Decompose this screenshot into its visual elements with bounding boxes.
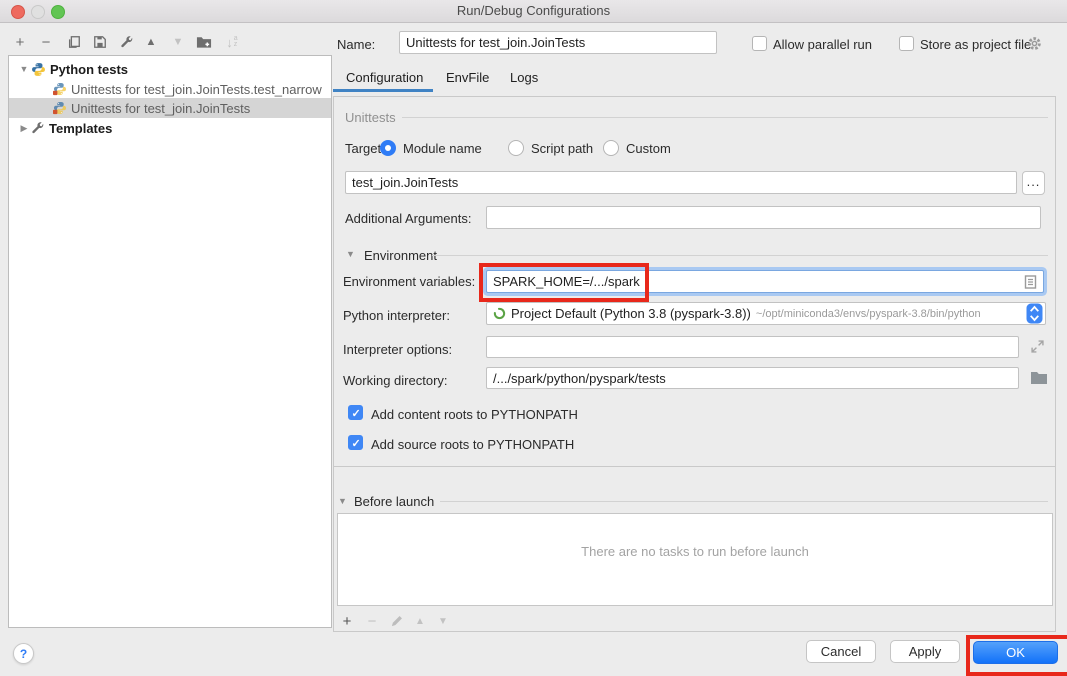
name-input[interactable]: [399, 31, 717, 54]
target-module-name-radio[interactable]: [380, 140, 396, 156]
tree-item-label: Templates: [49, 121, 112, 136]
python-test-icon: [53, 82, 67, 96]
python-interpreter-path: ~/opt/miniconda3/envs/pyspark-3.8/bin/py…: [756, 308, 1026, 320]
select-stepper-icon[interactable]: [1026, 303, 1043, 324]
new-folder-icon[interactable]: [192, 31, 216, 53]
allow-parallel-run-checkbox[interactable]: [752, 36, 767, 51]
target-label: Target:: [345, 141, 385, 156]
environment-variables-value: SPARK_HOME=/.../spark: [493, 274, 640, 289]
cancel-button-label: Cancel: [821, 644, 861, 659]
tab-logs[interactable]: Logs: [510, 70, 538, 85]
before-launch-collapse-icon[interactable]: ▼: [338, 496, 347, 506]
python-interpreter-label: Python interpreter:: [343, 308, 450, 323]
target-script-path-radio[interactable]: [508, 140, 524, 156]
target-value-input[interactable]: [345, 171, 1017, 194]
environment-variables-field[interactable]: SPARK_HOME=/.../spark: [486, 270, 1044, 293]
store-as-project-file-checkbox[interactable]: [899, 36, 914, 51]
virtualenv-icon: [493, 307, 506, 320]
save-configuration-icon[interactable]: [88, 31, 112, 53]
expand-field-icon[interactable]: [1031, 340, 1044, 358]
before-launch-task-list[interactable]: There are no tasks to run before launch: [337, 513, 1053, 606]
environment-collapse-icon[interactable]: ▼: [346, 249, 355, 259]
interpreter-options-input[interactable]: [486, 336, 1019, 358]
tab-envfile[interactable]: EnvFile: [446, 70, 489, 85]
python-icon: [31, 62, 46, 77]
before-launch-divider: [440, 501, 1048, 502]
store-as-project-file-label: Store as project file: [920, 37, 1031, 52]
apply-button[interactable]: Apply: [890, 640, 960, 663]
help-label: ?: [20, 647, 27, 661]
python-interpreter-select[interactable]: Project Default (Python 3.8 (pyspark-3.8…: [486, 302, 1046, 325]
before-launch-add-icon[interactable]: +: [337, 610, 357, 632]
sort-alphabetically-icon[interactable]: ↓az: [220, 31, 244, 53]
working-directory-field[interactable]: /.../spark/python/pyspark/tests: [486, 367, 1019, 389]
remove-configuration-icon[interactable]: −: [34, 31, 58, 53]
active-tab-underline: [333, 89, 433, 92]
before-launch-move-down-icon[interactable]: ▼: [433, 610, 453, 632]
tree-item-unittest-narrow[interactable]: Unittests for test_join.JoinTests.test_n…: [9, 79, 331, 99]
tree-item-label: Unittests for test_join.JoinTests.test_n…: [71, 82, 322, 97]
tree-item-label: Python tests: [50, 62, 128, 77]
tree-item-unittest-jointests[interactable]: Unittests for test_join.JoinTests: [9, 98, 331, 118]
target-script-path-label: Script path: [531, 141, 593, 156]
name-label: Name:: [337, 37, 375, 52]
before-launch-remove-icon[interactable]: −: [362, 610, 382, 632]
group-divider: [402, 117, 1048, 118]
cancel-button[interactable]: Cancel: [806, 640, 876, 663]
working-directory-value: /.../spark/python/pyspark/tests: [493, 371, 666, 386]
ok-button-label: OK: [1006, 645, 1025, 660]
tree-item-python-tests[interactable]: ▼ Python tests: [9, 59, 331, 79]
before-launch-edit-icon[interactable]: [387, 610, 407, 632]
tree-item-templates[interactable]: ▶ Templates: [9, 118, 331, 138]
copy-configuration-icon[interactable]: [62, 31, 86, 53]
python-interpreter-value: Project Default (Python 3.8 (pyspark-3.8…: [511, 306, 751, 321]
browse-button-label: ...: [1027, 174, 1041, 189]
ok-button[interactable]: OK: [973, 641, 1058, 664]
edit-variables-icon[interactable]: [1024, 275, 1037, 292]
target-custom-label: Custom: [626, 141, 671, 156]
before-launch-move-up-icon[interactable]: ▲: [410, 610, 430, 632]
additional-arguments-input[interactable]: [486, 206, 1041, 229]
environment-variables-label: Environment variables:: [343, 274, 475, 289]
python-test-icon: [53, 101, 67, 115]
target-module-name-label: Module name: [403, 141, 482, 156]
tree-item-label: Unittests for test_join.JoinTests: [71, 101, 250, 116]
source-roots-checkbox[interactable]: [348, 435, 363, 450]
content-roots-checkbox[interactable]: [348, 405, 363, 420]
content-roots-label: Add content roots to PYTHONPATH: [371, 407, 578, 422]
tab-configuration[interactable]: Configuration: [346, 70, 423, 85]
configurations-tree: ▼ Python tests Unittests for test_join.J…: [8, 55, 332, 628]
help-button[interactable]: ?: [13, 643, 34, 664]
browse-button[interactable]: ...: [1022, 171, 1045, 195]
target-custom-radio[interactable]: [603, 140, 619, 156]
apply-button-label: Apply: [909, 644, 942, 659]
window-title: Run/Debug Configurations: [0, 3, 1067, 18]
before-launch-label: Before launch: [354, 494, 434, 509]
working-directory-label: Working directory:: [343, 373, 448, 388]
edit-templates-icon[interactable]: [115, 31, 139, 53]
before-launch-empty-text: There are no tasks to run before launch: [338, 544, 1052, 559]
allow-parallel-run-label: Allow parallel run: [773, 37, 872, 52]
settings-bottom-divider: [334, 466, 1055, 467]
environment-section-label: Environment: [364, 248, 437, 263]
chevron-right-icon[interactable]: ▶: [17, 123, 31, 134]
folder-icon[interactable]: [1031, 371, 1047, 389]
move-up-icon[interactable]: ▲: [139, 31, 163, 53]
gear-icon[interactable]: [1027, 36, 1042, 56]
source-roots-label: Add source roots to PYTHONPATH: [371, 437, 574, 452]
chevron-down-icon[interactable]: ▼: [17, 64, 31, 74]
add-configuration-icon[interactable]: +: [8, 31, 32, 53]
move-down-icon[interactable]: ▼: [166, 31, 190, 53]
interpreter-options-label: Interpreter options:: [343, 342, 452, 357]
wrench-icon: [31, 121, 45, 135]
unittests-group-label: Unittests: [345, 110, 396, 125]
additional-arguments-label: Additional Arguments:: [345, 211, 471, 226]
environment-divider: [432, 255, 1048, 256]
window-titlebar: Run/Debug Configurations: [0, 0, 1067, 23]
